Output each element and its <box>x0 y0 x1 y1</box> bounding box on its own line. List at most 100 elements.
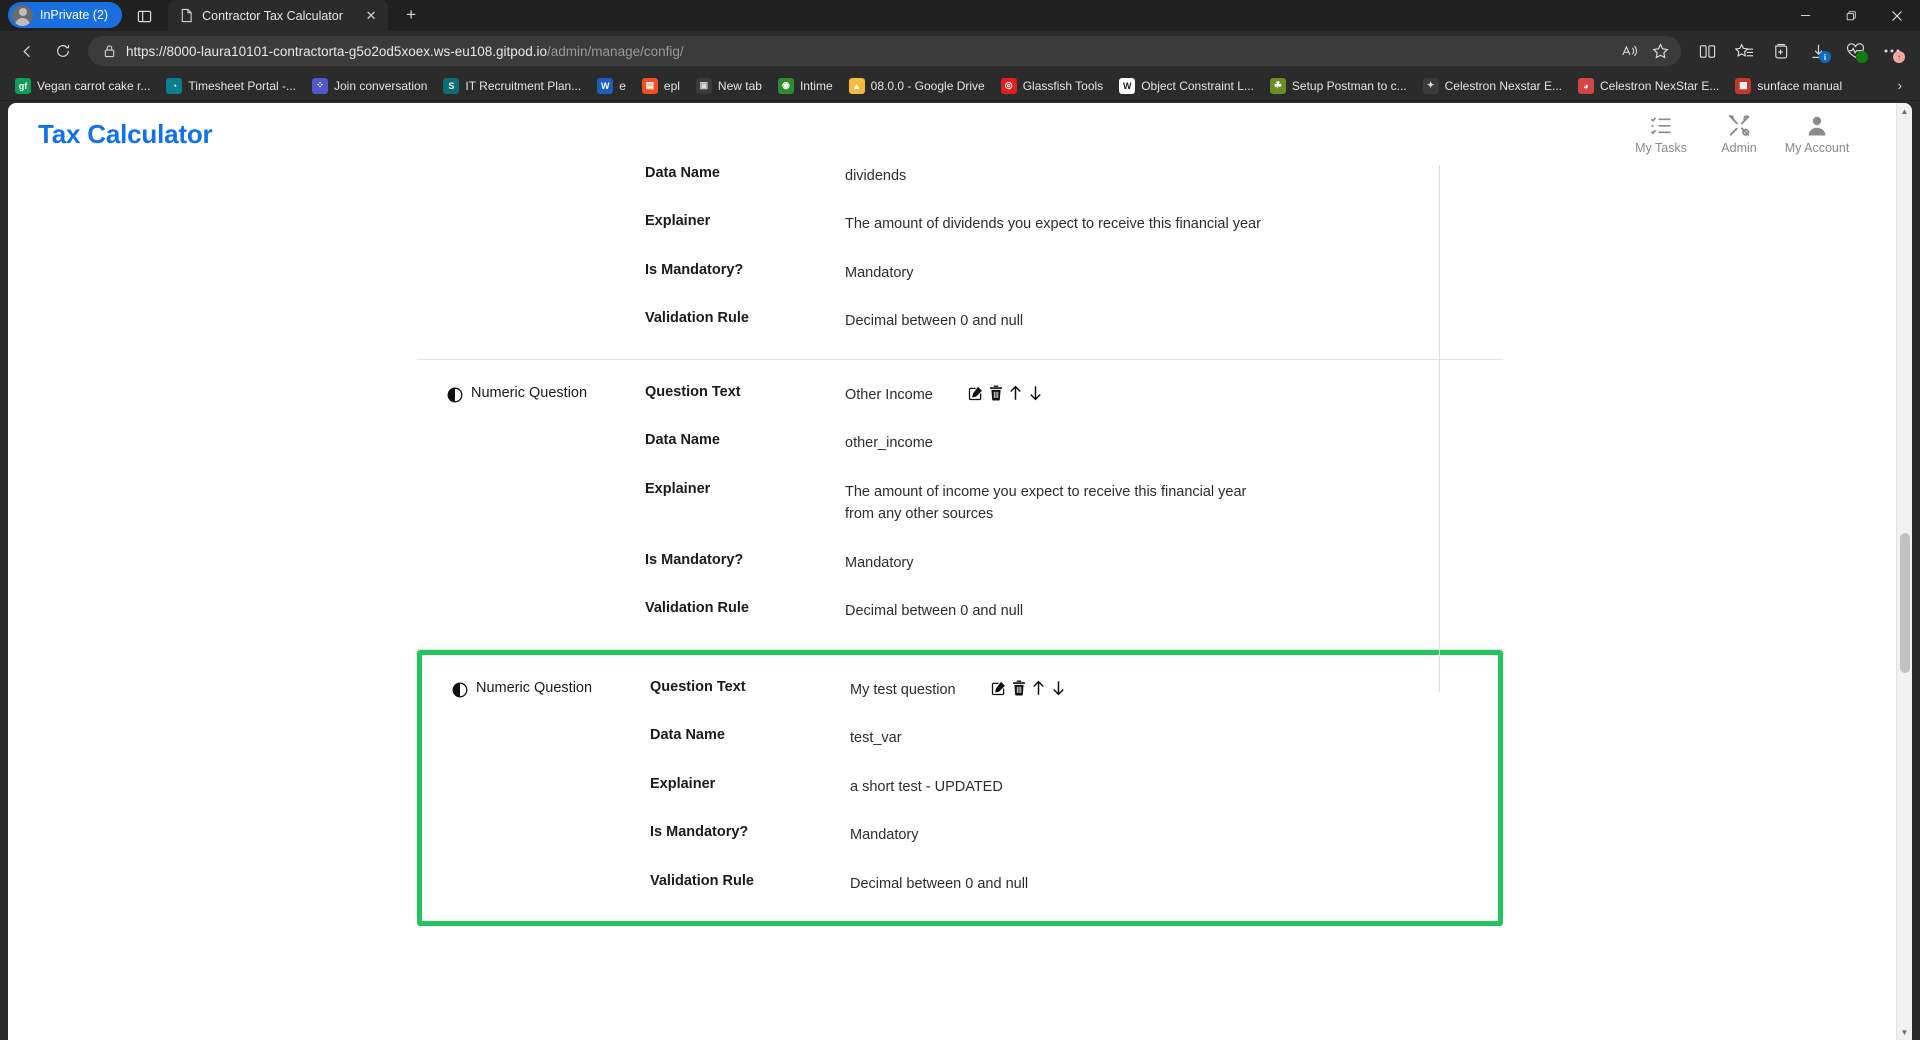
favorite-star-icon[interactable] <box>1645 38 1675 64</box>
bookmark-item[interactable]: ◎ Glassfish Tools <box>994 74 1110 98</box>
browser-essentials-icon[interactable] <box>1837 35 1873 67</box>
field-row-explainer: Explainer The amount of income you expect… <box>645 481 1473 526</box>
field-row-question-text: Question Text Other Income <box>645 384 1473 406</box>
collections-icon[interactable] <box>1763 35 1799 67</box>
edit-icon[interactable] <box>991 680 1007 696</box>
scroll-down-arrow[interactable]: ▼ <box>1897 1024 1912 1040</box>
field-value: Other Income <box>845 386 933 403</box>
question-card: Numeric Question Question Text Other Incom… <box>417 359 1503 650</box>
inprivate-profile-button[interactable]: InPrivate (2) <box>8 2 123 28</box>
bookmark-favicon-icon: ⁘ <box>312 77 328 94</box>
scroll-up-arrow[interactable]: ▲ <box>1897 103 1912 119</box>
url-host: https://8000-laura10101-contractorta-g5o… <box>126 43 548 59</box>
profile-avatar-icon <box>12 4 33 26</box>
bookmark-item[interactable]: ✦ Celestron Nexstar E... <box>1416 74 1569 98</box>
arrow-up-icon[interactable] <box>1031 680 1046 696</box>
page-icon <box>181 8 192 23</box>
tab-close-icon[interactable]: ✕ <box>360 5 382 27</box>
field-row-data-name: Data Name dividends <box>645 165 1473 187</box>
tools-icon <box>1728 114 1749 136</box>
bookmark-label: Glassfish Tools <box>1022 78 1104 93</box>
bookmark-favicon-icon: ✦ <box>1422 77 1439 94</box>
field-label: Question Text <box>645 383 741 400</box>
field-label: Data Name <box>645 432 720 449</box>
read-aloud-icon[interactable] <box>1615 38 1645 64</box>
bookmark-item[interactable]: W Object Constraint L... <box>1112 74 1261 98</box>
field-label: Validation Rule <box>645 310 749 327</box>
field-value: My test question <box>850 681 956 698</box>
web-page: Tax Calculator My Tasks Admin My Account… <box>8 103 1912 1040</box>
close-window-button[interactable] <box>1874 0 1920 31</box>
person-icon <box>1808 116 1826 135</box>
task-list-icon <box>1650 116 1671 134</box>
bookmark-label: Setup Postman to c... <box>1291 78 1407 93</box>
field-row-data-name: Data Name test_var <box>650 727 1468 749</box>
arrow-down-icon[interactable] <box>1028 385 1043 401</box>
field-value: The amount of dividends you expect to re… <box>845 216 1261 233</box>
bookmark-item[interactable]: ☘ Setup Postman to c... <box>1263 74 1414 98</box>
question-card-list: Data Name dividends Explainer The amount of… <box>417 165 1503 927</box>
trash-icon[interactable] <box>1012 680 1026 696</box>
field-value: Decimal between 0 and null <box>850 875 1029 892</box>
nav-my-account[interactable]: My Account <box>1778 114 1856 155</box>
bookmark-item[interactable]: ◕ Celestron NexStar E... <box>1571 74 1726 98</box>
pie-chart-icon <box>452 682 468 698</box>
browser-tab[interactable]: Contractor Tax Calculator ✕ <box>168 0 389 31</box>
arrow-down-icon[interactable] <box>1051 680 1066 696</box>
arrow-up-icon[interactable] <box>1008 385 1023 401</box>
tab-actions-button[interactable] <box>126 1 162 31</box>
settings-more-icon[interactable]: ↑ <box>1874 35 1910 67</box>
field-row-question-text: Question Text My test question <box>650 679 1468 701</box>
nav-admin[interactable]: Admin <box>1700 114 1778 155</box>
bookmark-label: Celestron Nexstar E... <box>1444 78 1563 93</box>
back-button[interactable] <box>10 35 44 67</box>
page-scrollbar[interactable]: ▲ ▼ <box>1896 103 1912 1040</box>
edit-icon[interactable] <box>968 385 984 401</box>
address-bar-row: https://8000-laura10101-contractorta-g5o… <box>0 31 1920 71</box>
question-type: Numeric Question <box>452 679 650 895</box>
tab-strip: InPrivate (2) Contractor Tax Calculator … <box>0 0 1920 31</box>
field-value: Decimal between 0 and null <box>845 313 1024 330</box>
bookmark-item[interactable]: S IT Recruitment Plan... <box>436 74 588 98</box>
bookmark-label: Join conversation <box>334 78 428 93</box>
url-text: https://8000-laura10101-contractorta-g5o… <box>120 44 684 59</box>
bookmark-favicon-icon: gf <box>15 77 31 94</box>
bookmark-item[interactable]: We <box>590 74 633 98</box>
bookmark-favicon-icon: ◎ <box>1000 77 1017 94</box>
new-tab-button[interactable]: + <box>396 0 426 30</box>
minimize-button[interactable] <box>1782 0 1828 31</box>
bookmark-label: e <box>619 78 626 93</box>
field-label: Data Name <box>645 165 720 181</box>
field-row-explainer: Explainer a short test - UPDATED <box>650 776 1468 798</box>
question-actions <box>933 384 1043 406</box>
bookmark-favicon-icon: ◔ <box>166 77 183 94</box>
scrollbar-thumb[interactable] <box>1900 533 1910 673</box>
bookmark-item[interactable]: ▲ 08.0.0 - Google Drive <box>842 74 992 98</box>
bookmark-item[interactable]: ▤ epl <box>635 74 687 98</box>
browser-window: InPrivate (2) Contractor Tax Calculator … <box>0 0 1920 1040</box>
favorites-list-icon[interactable] <box>1726 35 1762 67</box>
bookmarks-overflow-chevron-icon[interactable]: › <box>1888 78 1912 93</box>
field-row-explainer: Explainer The amount of dividends you exp… <box>645 213 1473 235</box>
field-label: Data Name <box>650 727 725 744</box>
downloads-icon[interactable]: i <box>1800 35 1836 67</box>
bookmark-item[interactable]: ◔ Timesheet Portal -... <box>159 74 303 98</box>
field-value: other_income <box>845 435 933 452</box>
bookmark-item[interactable]: ▣ New tab <box>689 74 769 98</box>
bookmark-item[interactable]: gf Vegan carrot cake r... <box>8 74 157 98</box>
bookmark-favicon-icon: W <box>597 77 614 94</box>
refresh-button[interactable] <box>46 35 80 67</box>
bookmark-favicon-icon: S <box>443 77 460 94</box>
bookmark-label: Intime <box>799 78 833 93</box>
bookmark-item[interactable]: ◉ Intime <box>771 74 840 98</box>
bookmark-label: Object Constraint L... <box>1141 78 1254 93</box>
bookmark-item[interactable]: ▦ sunface manual <box>1728 74 1849 98</box>
address-bar[interactable]: https://8000-laura10101-contractorta-g5o… <box>88 36 1681 66</box>
nav-my-tasks[interactable]: My Tasks <box>1622 114 1700 155</box>
bookmark-item[interactable]: ⁘ Join conversation <box>305 74 434 98</box>
maximize-button[interactable] <box>1828 0 1874 31</box>
split-screen-icon[interactable] <box>1689 35 1725 67</box>
trash-icon[interactable] <box>989 385 1003 401</box>
question-card: Numeric Question Question Text My test que… <box>417 649 1503 927</box>
question-type <box>447 165 645 333</box>
